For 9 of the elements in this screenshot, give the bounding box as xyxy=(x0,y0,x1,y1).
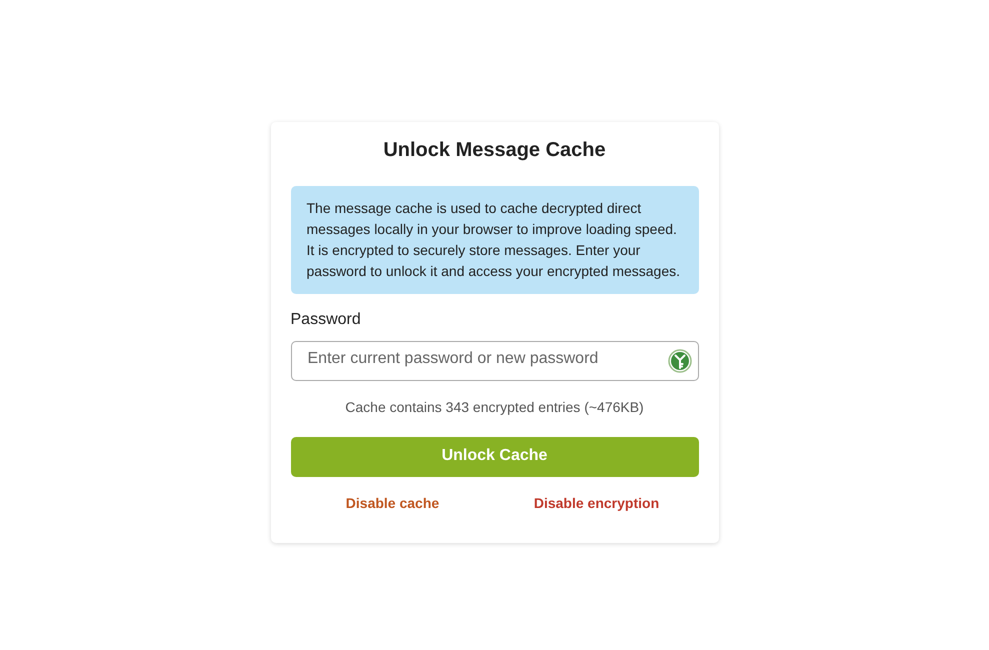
key-icon[interactable] xyxy=(668,349,692,373)
password-label: Password xyxy=(290,311,362,329)
disable-link[interactable]: Disable encryption xyxy=(494,495,698,511)
unlock-button[interactable]: Unlock Cache xyxy=(290,437,698,477)
info-message: The message cache is used to cache decrypted direct messages locally in your browser to improve loading speed. It is encrypted to securely store messages. Enter your password to unlock it and access your encrypted messages. xyxy=(290,186,698,294)
cache-info: Cache contains 343 encrypted entries (~476KB) xyxy=(344,399,645,415)
disable-link[interactable]: Disable cache xyxy=(290,495,494,511)
dialog-title: Unlock Message Cache xyxy=(382,139,607,163)
password-field[interactable]: Enter current password or new password xyxy=(290,341,698,381)
